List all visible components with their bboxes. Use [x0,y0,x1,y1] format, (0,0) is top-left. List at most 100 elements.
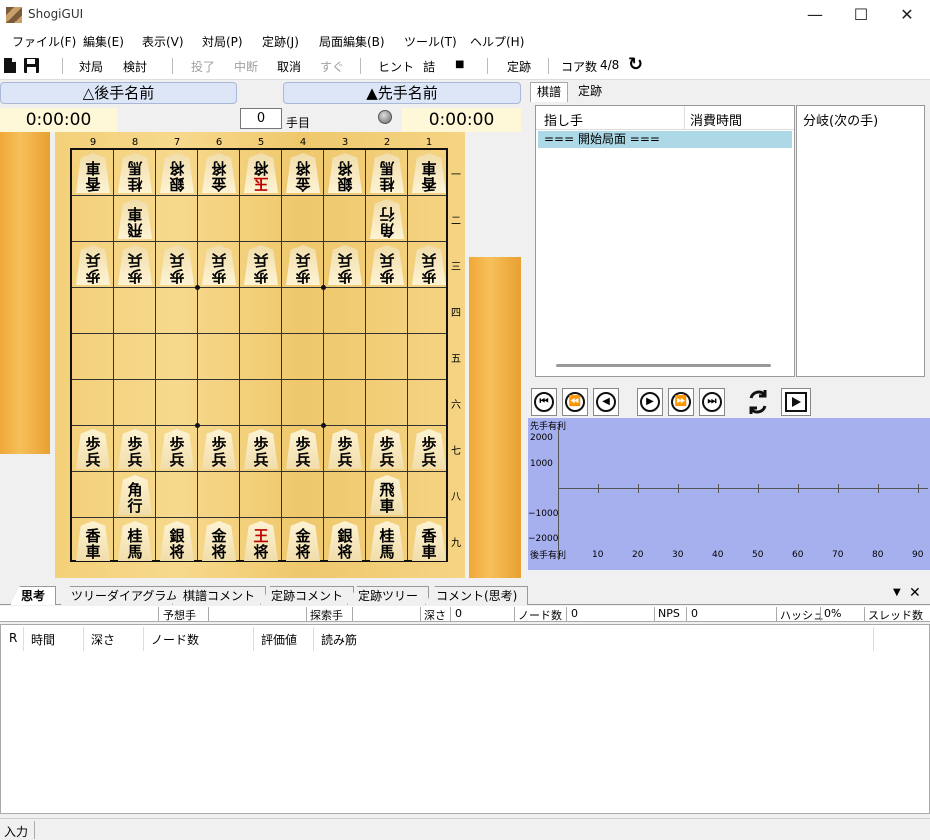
sente-name-bar[interactable]: ▲先手名前 [283,82,521,104]
sente-piece[interactable]: 金将 [286,521,320,561]
prev-move-button[interactable]: ◀ [593,388,619,416]
sente-piece[interactable]: 王将 [244,521,278,561]
tab-joseki[interactable]: 定跡 [572,82,608,102]
sente-piece[interactable]: 桂馬 [370,521,404,561]
mate-button[interactable]: 詰 [423,58,435,75]
tab-tree-diagram[interactable]: ツリーダイアグラム [60,586,190,605]
back-fast-button[interactable]: ⏪ [562,388,588,416]
tab-dropdown-icon[interactable]: ▼ [893,587,901,598]
undo-button[interactable]: 取消 [277,58,301,75]
sente-piece[interactable]: 歩兵 [202,429,236,469]
panel-close-icon[interactable]: ✕ [909,585,921,601]
sente-piece[interactable]: 銀将 [160,521,194,561]
gote-piece[interactable]: 角行 [370,199,404,239]
branch-list[interactable]: 分岐(次の手) [796,105,925,377]
think-col-time[interactable]: 時間 [31,631,55,648]
stop-icon[interactable]: ■ [455,59,464,70]
last-move-button[interactable]: ⏭ [699,388,725,416]
flip-board-icon[interactable] [744,388,772,416]
kifu-list[interactable]: 指し手 消費時間 === 開始局面 === [535,105,795,377]
refresh-icon[interactable]: ↻ [628,54,643,75]
gote-piece[interactable]: 桂馬 [118,153,152,193]
kifu-col-move[interactable]: 指し手 [544,110,583,129]
gote-piece[interactable]: 銀将 [160,153,194,193]
sente-piece[interactable]: 歩兵 [244,429,278,469]
tab-comment-thinking[interactable]: コメント(思考) [425,586,529,605]
gote-piece[interactable]: 歩兵 [76,245,110,285]
think-col-eval[interactable]: 評価値 [261,631,297,648]
sente-piece[interactable]: 歩兵 [286,429,320,469]
play-button[interactable]: 対局 [79,58,103,75]
tab-thinking[interactable]: 思考 [10,586,57,605]
forward-fast-button[interactable]: ⏩ [668,388,694,416]
gote-piece-stand[interactable] [0,132,50,454]
autoplay-button[interactable] [781,388,811,416]
gote-piece[interactable]: 玉将 [244,153,278,193]
gote-piece[interactable]: 銀将 [328,153,362,193]
sente-piece[interactable]: 桂馬 [118,521,152,561]
joseki-button[interactable]: 定跡 [507,58,531,75]
sente-piece[interactable]: 香車 [412,521,446,561]
gote-piece[interactable]: 香車 [412,153,446,193]
gote-piece[interactable]: 飛車 [118,199,152,239]
think-col-rank[interactable]: R [9,631,17,645]
menu-game[interactable]: 対局(P) [202,33,243,50]
first-move-button[interactable]: ⏮ [531,388,557,416]
sente-piece[interactable]: 香車 [76,521,110,561]
gote-piece[interactable]: 歩兵 [118,245,152,285]
maximize-icon[interactable]: ☐ [838,0,884,30]
sente-piece[interactable]: 歩兵 [76,429,110,469]
menu-tools[interactable]: ツール(T) [404,33,457,50]
save-icon[interactable] [24,58,39,73]
tab-joseki-comment[interactable]: 定跡コメント [260,586,355,605]
sente-piece[interactable]: 歩兵 [370,429,404,469]
gote-piece[interactable]: 金将 [286,153,320,193]
think-col-pv[interactable]: 読み筋 [321,631,357,648]
move-now-button[interactable]: すぐ [320,58,344,75]
menu-edit[interactable]: 編集(E) [83,33,124,50]
gote-piece[interactable]: 歩兵 [244,245,278,285]
gote-piece[interactable]: 歩兵 [202,245,236,285]
command-input[interactable] [36,821,916,839]
gote-name-bar[interactable]: △後手名前 [0,82,237,104]
kifu-col-time[interactable]: 消費時間 [690,110,742,129]
think-col-nodes[interactable]: ノード数 [151,631,199,648]
evaluation-graph[interactable]: 先手有利 後手有利 2000 1000 −1000 −2000 10 20 30 40… [528,418,930,570]
move-count-input[interactable]: 0 [240,108,282,129]
gote-piece[interactable]: 歩兵 [286,245,320,285]
gote-piece[interactable]: 歩兵 [160,245,194,285]
gote-piece[interactable]: 歩兵 [412,245,446,285]
next-move-button[interactable]: ▶ [637,388,663,416]
thinking-list[interactable]: R 時間 深さ ノード数 評価値 読み筋 [0,624,930,814]
sente-piece-stand[interactable] [469,257,521,578]
sente-piece[interactable]: 歩兵 [118,429,152,469]
hint-button[interactable]: ヒント [378,58,414,75]
sente-piece[interactable]: 歩兵 [328,429,362,469]
sente-piece[interactable]: 銀将 [328,521,362,561]
think-col-depth[interactable]: 深さ [91,631,115,648]
tab-kifu-comment[interactable]: 棋譜コメント [172,586,267,605]
menu-help[interactable]: ヘルプ(H) [470,33,524,50]
minimize-icon[interactable]: — [792,0,838,30]
menu-file[interactable]: ファイル(F) [12,33,76,50]
interrupt-button[interactable]: 中断 [234,58,258,75]
gote-piece[interactable]: 桂馬 [370,153,404,193]
sente-piece[interactable]: 金将 [202,521,236,561]
tab-kifu[interactable]: 棋譜 [530,82,569,102]
gote-piece[interactable]: 歩兵 [328,245,362,285]
sente-piece[interactable]: 歩兵 [412,429,446,469]
menu-position-edit[interactable]: 局面編集(B) [319,33,385,50]
analyze-button[interactable]: 検討 [123,58,147,75]
kifu-row-start[interactable]: === 開始局面 === [538,131,792,148]
gote-piece[interactable]: 香車 [76,153,110,193]
sente-piece[interactable]: 角行 [118,475,152,515]
menu-view[interactable]: 表示(V) [142,33,184,50]
kifu-scrollbar[interactable] [556,364,771,367]
gote-piece[interactable]: 歩兵 [370,245,404,285]
sente-piece[interactable]: 飛車 [370,475,404,515]
resign-button[interactable]: 投了 [191,58,215,75]
new-file-icon[interactable] [4,58,16,73]
gote-piece[interactable]: 金将 [202,153,236,193]
sente-piece[interactable]: 歩兵 [160,429,194,469]
tab-joseki-tree[interactable]: 定跡ツリー [347,586,430,605]
